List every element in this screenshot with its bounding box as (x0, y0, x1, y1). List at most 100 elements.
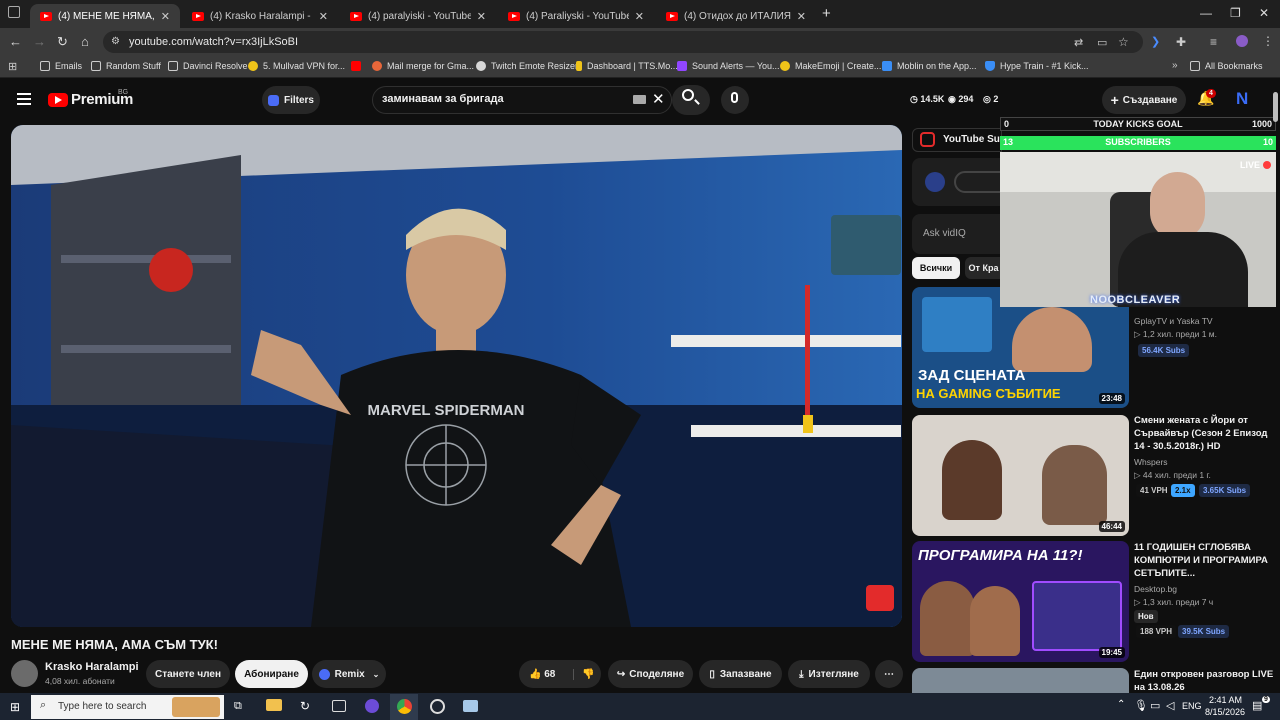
chip-all[interactable]: Всички (912, 257, 960, 279)
chip-from-channel[interactable]: От Кра (965, 257, 1002, 279)
obs-icon[interactable] (430, 699, 445, 714)
task-view-icon[interactable]: ⧉ (234, 700, 242, 713)
bookmark-tts[interactable]: Dashboard | TTS.Mo... (576, 61, 678, 71)
app-icon[interactable] (463, 700, 478, 712)
close-icon[interactable]: ✕ (161, 10, 170, 23)
more-bookmarks-icon[interactable]: » (1172, 60, 1178, 71)
url-text[interactable]: youtube.com/watch?v=rx3IjLkSoBI (129, 36, 298, 48)
clock-time[interactable]: 2:41 AM (1209, 695, 1242, 705)
bookmark-mullvad[interactable]: 5. Mullvad VPN for... (248, 61, 345, 71)
vidiq-toggle[interactable] (954, 171, 1002, 193)
video-title-link[interactable]: 11 ГОДИШЕН СГЛОБЯВА КОМПЮТРИ И ПРОГРАМИР… (1134, 541, 1274, 580)
apps-grid-icon[interactable]: ⊞ (8, 60, 17, 73)
save-button[interactable]: ▯ Запазване (699, 660, 782, 688)
like-button[interactable]: 👍 68 (529, 669, 555, 680)
video-channel[interactable]: GplayTV и Yaska TV (1134, 316, 1213, 326)
channel-avatar[interactable] (11, 660, 38, 687)
remix-button[interactable]: Remix ⌄ (312, 660, 386, 688)
video-player[interactable]: MARVEL SPIDERMAN (11, 125, 902, 627)
browser-tab[interactable]: (4) Paraliyski - YouTube ✕ (498, 4, 654, 28)
youtube-logo-icon[interactable] (48, 93, 68, 107)
close-icon[interactable]: ✕ (477, 10, 486, 23)
chrome-icon[interactable] (397, 699, 412, 714)
restore-icon[interactable]: ❐ (1230, 6, 1241, 20)
microphone-icon[interactable]: 🎙 (1134, 699, 1148, 712)
thumbnail-text: НА GAMING СЪБИТИЕ (916, 386, 1061, 401)
join-button[interactable]: Станете член (146, 660, 230, 688)
volume-icon[interactable]: ◁ (1166, 699, 1174, 712)
page-scrollbar[interactable] (1273, 92, 1278, 122)
windows-start-icon[interactable]: ⊞ (10, 700, 20, 714)
share-button[interactable]: ↪ Споделяне (608, 660, 693, 688)
bookmark-twitch-resizer[interactable]: Twitch Emote Resizer (476, 61, 578, 71)
language-indicator[interactable]: ENG (1182, 701, 1202, 711)
app-icon[interactable]: ↻ (300, 699, 310, 713)
bookmark-hype-train[interactable]: Hype Train - #1 Kick... (985, 61, 1089, 71)
account-avatar[interactable]: N (1236, 89, 1248, 109)
extensions-puzzle-icon[interactable]: ✚ (1176, 35, 1186, 49)
cast-icon[interactable]: ▭ (1097, 36, 1107, 49)
browser-tab[interactable]: (4) Krasko Haralampi - YouTube ✕ (182, 4, 338, 28)
hamburger-menu-icon[interactable] (17, 93, 31, 105)
app-icon[interactable] (332, 700, 346, 712)
discord-icon[interactable] (365, 699, 379, 713)
channel-name[interactable]: Krasko Haralampi (45, 661, 139, 673)
video-channel[interactable]: Desktop.bg (1134, 584, 1177, 594)
vidiq-logo-icon[interactable] (925, 172, 945, 192)
reload-icon[interactable]: ↻ (57, 34, 68, 50)
bookmark-mail-merge[interactable]: Mail merge for Gma... (372, 61, 474, 71)
video-thumbnail[interactable]: 46:44 (912, 415, 1129, 536)
more-actions-button[interactable]: ⋯ (875, 660, 903, 688)
youtube-icon (666, 11, 678, 21)
download-button[interactable]: ⤓ Изтегляне (788, 660, 870, 688)
keyboard-icon[interactable] (633, 95, 646, 104)
browser-tab[interactable]: (4) paralyiski - YouTube ✕ (340, 4, 496, 28)
forward-icon[interactable]: → (33, 34, 46, 49)
video-title-link[interactable]: Един откровен разговор LIVE на 13.08.26 (1134, 668, 1274, 694)
bookmark-emails[interactable]: Emails (40, 61, 82, 71)
create-button[interactable]: + Създаване (1102, 86, 1186, 114)
close-icon[interactable]: ✕ (319, 10, 328, 23)
bookmark-makeemoji[interactable]: MakeEmoji | Create... (780, 61, 881, 71)
search-input[interactable]: заминавам за бригада (382, 93, 504, 105)
subscribe-watermark-icon[interactable] (866, 585, 894, 611)
subscribe-button[interactable]: Абониране (235, 660, 308, 688)
video-stats: ▷ 1,3 хил. преди 7 ч (1134, 597, 1214, 607)
vidiq-filters-button[interactable]: Filters (262, 86, 320, 114)
back-icon[interactable]: ← (9, 34, 22, 49)
file-explorer-icon[interactable] (266, 699, 282, 711)
bookmark-moblin[interactable]: Moblin on the App... (882, 61, 977, 71)
all-bookmarks[interactable]: All Bookmarks (1190, 61, 1263, 71)
network-icon[interactable]: ▭ (1150, 699, 1160, 712)
bookmark-star-icon[interactable]: ☆ (1118, 35, 1129, 49)
new-tab-button[interactable]: + (822, 5, 831, 22)
tab-search-icon[interactable] (8, 6, 20, 18)
extension-icon[interactable]: ❯ (1151, 35, 1160, 48)
bookmark-davinci[interactable]: Davinci Resolve (168, 61, 248, 71)
video-title-link[interactable]: Смени жената с Йори от Сървайвър (Сезон … (1134, 414, 1274, 453)
bookmark-youtube[interactable] (351, 61, 366, 71)
minimize-icon[interactable]: — (1200, 6, 1212, 20)
bookmark-random-stuff[interactable]: Random Stuff (91, 61, 161, 71)
clock-date[interactable]: 8/15/2026 (1205, 707, 1245, 717)
dislike-button[interactable]: 👎 (573, 668, 595, 680)
menu-kebab-icon[interactable]: ⋮ (1262, 34, 1274, 48)
reading-list-icon[interactable]: ≡ (1210, 35, 1217, 49)
bookmark-sound-alerts[interactable]: Sound Alerts — You... (677, 61, 780, 71)
video-channel[interactable]: Whspers (1134, 457, 1168, 467)
site-info-icon[interactable]: ⚙ (111, 36, 120, 47)
clear-search-icon[interactable]: ✕ (652, 90, 665, 108)
home-icon[interactable]: ⌂ (81, 34, 89, 49)
translate-icon[interactable]: ⇄ (1074, 36, 1083, 49)
video-stats: ▷ 44 хил. преди 1 г. (1134, 470, 1211, 480)
close-window-icon[interactable]: ✕ (1259, 6, 1269, 20)
tray-chevron-icon[interactable]: ⌃ (1117, 699, 1125, 710)
browser-tab[interactable]: (4) Отидох до ИТАЛИЯ за 6 Д ✕ (656, 4, 816, 28)
close-icon[interactable]: ✕ (635, 10, 644, 23)
video-thumbnail[interactable]: ПРОГРАМИРА НА 11?! 19:45 (912, 541, 1129, 662)
close-icon[interactable]: ✕ (797, 10, 806, 23)
video-thumbnail[interactable] (912, 668, 1129, 693)
browser-tab-active[interactable]: (4) МЕНЕ МЕ НЯМА, АМА С ✕ (30, 4, 180, 28)
action-center-icon[interactable]: ▤ (1252, 699, 1262, 712)
profile-avatar[interactable] (1236, 35, 1248, 47)
